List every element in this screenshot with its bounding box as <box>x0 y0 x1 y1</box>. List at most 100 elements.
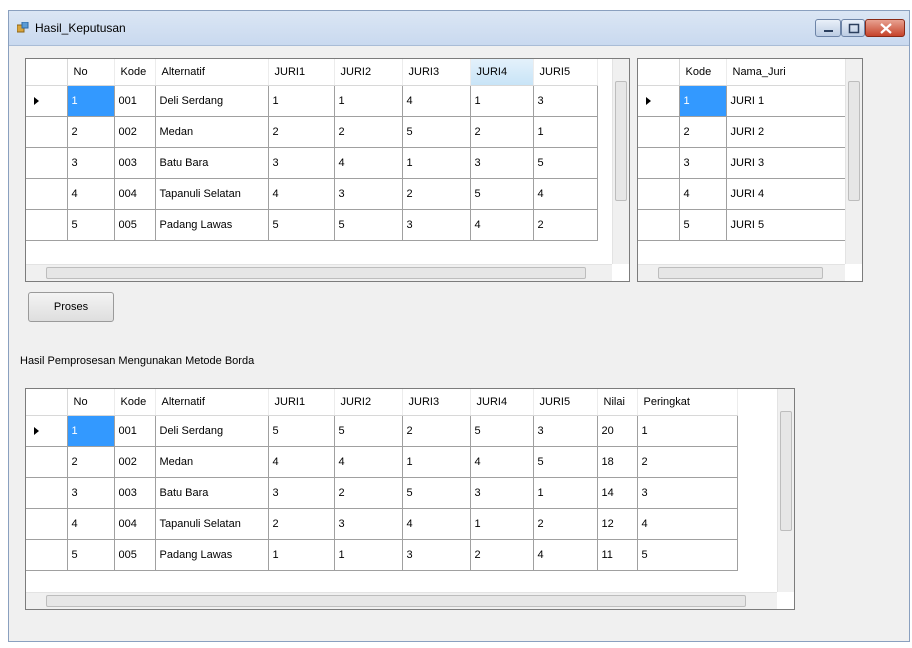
row-header[interactable] <box>638 147 680 179</box>
column-header[interactable]: Peringkat <box>637 389 738 416</box>
table-cell[interactable]: 5 <box>402 116 471 148</box>
table-cell[interactable]: 1 <box>402 147 471 179</box>
table-cell[interactable]: 4 <box>533 178 598 210</box>
table-row[interactable]: 5 005 Padang Lawas 5 5 3 4 2 <box>26 209 598 241</box>
table-cell[interactable]: 1 <box>334 85 403 117</box>
juri-grid-vscroll[interactable] <box>845 59 862 264</box>
column-header[interactable]: JURI2 <box>334 59 403 86</box>
table-cell[interactable]: 3 <box>67 477 115 509</box>
scroll-thumb[interactable] <box>615 81 627 201</box>
table-cell[interactable]: JURI 1 <box>726 85 846 117</box>
juri-grid[interactable]: Kode Nama_Juri 1 JURI 1 2 JURI 2 3 JURI 3 4 JURI … <box>637 58 863 282</box>
table-cell[interactable]: 5 <box>402 477 471 509</box>
table-cell[interactable]: 1 <box>533 477 598 509</box>
table-cell[interactable]: 1 <box>533 116 598 148</box>
table-cell[interactable]: 5 <box>67 539 115 571</box>
column-header[interactable]: Nilai <box>597 389 638 416</box>
row-header[interactable] <box>26 415 68 447</box>
header-corner[interactable] <box>638 59 680 86</box>
table-cell[interactable]: 2 <box>67 446 115 478</box>
table-cell[interactable]: 3 <box>334 508 403 540</box>
row-header[interactable] <box>26 178 68 210</box>
table-row[interactable]: 5 005 Padang Lawas 1 1 3 2 4 11 5 <box>26 539 738 571</box>
table-cell[interactable]: 3 <box>470 147 534 179</box>
table-cell[interactable]: 004 <box>114 508 156 540</box>
column-header[interactable]: JURI4 <box>470 389 534 416</box>
table-cell[interactable]: 2 <box>334 477 403 509</box>
table-cell[interactable]: Medan <box>155 116 269 148</box>
row-header[interactable] <box>26 85 68 117</box>
row-header[interactable] <box>26 508 68 540</box>
table-cell[interactable]: 2 <box>679 116 727 148</box>
table-cell[interactable]: 2 <box>533 209 598 241</box>
table-cell[interactable]: 3 <box>679 147 727 179</box>
table-row[interactable]: 3 003 Batu Bara 3 2 5 3 1 14 3 <box>26 477 738 509</box>
table-cell[interactable]: 005 <box>114 539 156 571</box>
table-row[interactable]: 4 JURI 4 <box>638 178 846 210</box>
table-cell[interactable]: 4 <box>334 147 403 179</box>
title-bar[interactable]: Hasil_Keputusan <box>9 11 909 46</box>
table-cell[interactable]: 5 <box>679 209 727 241</box>
scroll-thumb[interactable] <box>658 267 823 279</box>
table-cell[interactable]: 2 <box>470 116 534 148</box>
close-button[interactable] <box>865 19 905 37</box>
table-cell[interactable]: 3 <box>637 477 738 509</box>
table-cell[interactable]: 005 <box>114 209 156 241</box>
scroll-thumb[interactable] <box>848 81 860 201</box>
table-cell[interactable]: 3 <box>268 147 335 179</box>
column-header[interactable]: JURI1 <box>268 389 335 416</box>
table-cell[interactable]: 1 <box>470 508 534 540</box>
table-cell[interactable]: 5 <box>533 446 598 478</box>
table-cell[interactable]: 2 <box>637 446 738 478</box>
table-cell[interactable]: 3 <box>268 477 335 509</box>
column-header[interactable]: JURI5 <box>533 59 598 86</box>
table-cell[interactable]: JURI 5 <box>726 209 846 241</box>
table-cell[interactable]: 004 <box>114 178 156 210</box>
table-cell[interactable]: Batu Bara <box>155 147 269 179</box>
row-header[interactable] <box>26 477 68 509</box>
table-cell[interactable]: 003 <box>114 147 156 179</box>
table-cell[interactable]: 5 <box>67 209 115 241</box>
column-header[interactable]: JURI2 <box>334 389 403 416</box>
table-cell[interactable]: 1 <box>67 85 115 117</box>
table-cell[interactable]: Tapanuli Selatan <box>155 508 269 540</box>
table-row[interactable]: 2 002 Medan 4 4 1 4 5 18 2 <box>26 446 738 478</box>
column-header[interactable]: Alternatif <box>155 59 269 86</box>
table-cell[interactable]: Batu Bara <box>155 477 269 509</box>
table-cell[interactable]: 2 <box>268 508 335 540</box>
table-cell[interactable]: Padang Lawas <box>155 539 269 571</box>
table-cell[interactable]: 1 <box>334 539 403 571</box>
table-cell[interactable]: Tapanuli Selatan <box>155 178 269 210</box>
table-cell[interactable]: 1 <box>470 85 534 117</box>
table-cell[interactable]: 3 <box>533 85 598 117</box>
column-header[interactable]: No <box>67 389 115 416</box>
column-header[interactable]: JURI5 <box>533 389 598 416</box>
table-cell[interactable]: 1 <box>637 415 738 447</box>
table-cell[interactable]: 2 <box>402 178 471 210</box>
row-header[interactable] <box>26 446 68 478</box>
table-cell[interactable]: 4 <box>402 508 471 540</box>
row-header[interactable] <box>638 178 680 210</box>
minimize-button[interactable] <box>815 19 841 37</box>
table-cell[interactable]: 5 <box>470 178 534 210</box>
table-cell[interactable]: 3 <box>402 539 471 571</box>
table-row[interactable]: 1 JURI 1 <box>638 85 846 117</box>
column-header[interactable]: Kode <box>114 59 156 86</box>
table-cell[interactable]: 4 <box>470 446 534 478</box>
table-cell[interactable]: 5 <box>334 415 403 447</box>
table-cell[interactable]: 1 <box>67 415 115 447</box>
table-cell[interactable]: 4 <box>679 178 727 210</box>
column-header[interactable]: No <box>67 59 115 86</box>
table-cell[interactable]: 5 <box>533 147 598 179</box>
column-header[interactable]: Kode <box>114 389 156 416</box>
table-cell[interactable]: 18 <box>597 446 638 478</box>
table-cell[interactable]: 11 <box>597 539 638 571</box>
column-header[interactable]: Nama_Juri <box>726 59 846 86</box>
borda-result-grid[interactable]: No Kode Alternatif JURI1 JURI2 JURI3 JURI4 JURI… <box>25 388 795 610</box>
alternatif-grid[interactable]: No Kode Alternatif JURI1 JURI2 JURI3 JURI4 JURI… <box>25 58 630 282</box>
table-cell[interactable]: 002 <box>114 446 156 478</box>
scroll-thumb[interactable] <box>46 595 746 607</box>
row-header[interactable] <box>26 209 68 241</box>
column-header[interactable]: JURI3 <box>402 389 471 416</box>
table-cell[interactable]: 20 <box>597 415 638 447</box>
